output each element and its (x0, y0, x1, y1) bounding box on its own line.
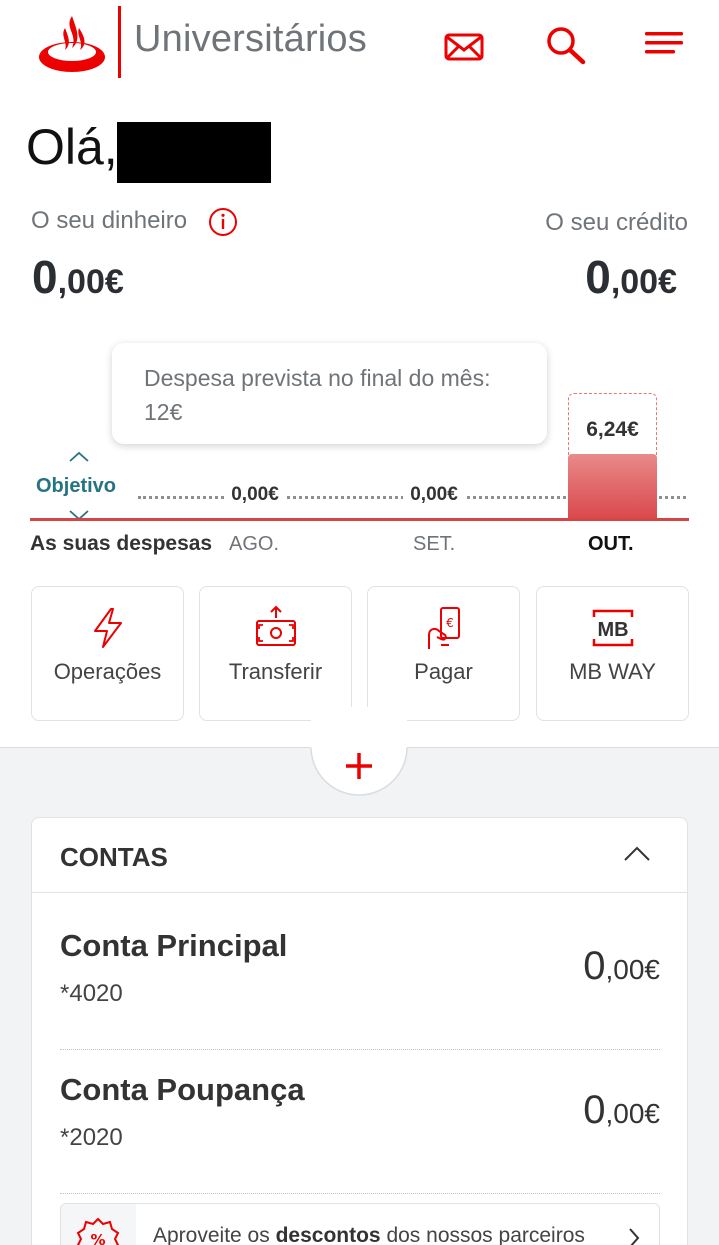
account-balance-int: 0 (583, 944, 606, 988)
account-divider (60, 1049, 660, 1050)
account-number: *2020 (60, 1124, 123, 1151)
chart-baseline (30, 518, 689, 521)
greeting: Olá, (26, 119, 118, 175)
tooltip-line-2: 12€ (144, 399, 183, 425)
search-icon[interactable] (543, 24, 587, 68)
account-name: Conta Poupança (60, 1072, 305, 1107)
app-header: Universitários (0, 0, 719, 92)
mbway-icon: MB (592, 609, 633, 647)
promo-text-pre: Aproveite os (153, 1224, 276, 1245)
account-balance-dec: ,00€ (605, 1098, 661, 1129)
promo-text-post: dos nossos parceiros (380, 1224, 585, 1245)
accounts-card-header[interactable]: CONTAS (32, 818, 687, 893)
credit-amount[interactable]: 0,00€ (585, 250, 677, 304)
mbway-label: MB WAY (569, 659, 656, 684)
brand-title: Universitários (134, 18, 367, 60)
account-balance: 0,00€ (583, 1088, 660, 1133)
account-item-principal[interactable]: Conta Principal *4020 0,00€ (60, 910, 660, 1050)
account-balance-dec: ,00€ (605, 954, 661, 985)
spending-section-label: As suas despesas (30, 532, 213, 555)
month-label-ago[interactable]: AGO. (229, 533, 279, 556)
transfer-button[interactable]: Transferir (199, 586, 352, 721)
current-month-bar[interactable] (568, 454, 657, 521)
transfer-label: Transferir (228, 659, 323, 684)
chevron-right-icon (629, 1228, 640, 1245)
account-balance-int: 0 (583, 1088, 606, 1132)
goal-label[interactable]: Objetivo (36, 475, 116, 498)
santander-logo[interactable] (38, 14, 106, 74)
account-divider (60, 1193, 660, 1194)
menu-icon[interactable] (643, 24, 687, 68)
account-number: *4020 (60, 980, 123, 1007)
month-value-out: 6,24€ (586, 418, 639, 441)
money-label: O seu dinheiro (31, 207, 188, 234)
money-amount-int: 0 (32, 251, 58, 303)
svg-text:%: % (90, 1231, 105, 1245)
promo-text: Aproveite os descontos dos nossos parcei… (153, 1224, 585, 1245)
svg-text:MB: MB (597, 619, 628, 641)
accounts-card: CONTAS Conta Principal *4020 0,00€ Conta… (31, 817, 688, 1245)
plus-icon (310, 707, 408, 796)
account-item-poupanca[interactable]: Conta Poupança *2020 0,00€ (60, 1054, 660, 1194)
collapse-chevron-icon[interactable] (623, 845, 651, 863)
month-label-out[interactable]: OUT. (588, 533, 634, 556)
pay-button[interactable]: € Pagar (367, 586, 520, 721)
brand-divider (118, 6, 121, 78)
mail-icon[interactable] (442, 24, 486, 68)
credit-amount-int: 0 (585, 251, 611, 303)
month-value-set: 0,00€ (403, 484, 465, 508)
credit-amount-dec: ,00€ (610, 263, 677, 301)
redacted-name (117, 122, 271, 183)
partner-discounts-banner[interactable]: % Aproveite os descontos dos nossos parc… (60, 1203, 660, 1245)
pay-label: Pagar (414, 659, 473, 684)
money-amount-dec: ,00€ (57, 263, 124, 301)
promo-text-bold: descontos (275, 1224, 381, 1245)
forecast-tooltip: Despesa prevista no final do mês: 12€ (112, 343, 547, 444)
accounts-title: CONTAS (60, 842, 168, 872)
chevron-up-icon[interactable] (67, 449, 91, 465)
promo-icon-container: % (61, 1204, 136, 1245)
month-value-ago: 0,00€ (224, 484, 286, 508)
account-name: Conta Principal (60, 928, 288, 963)
lightning-icon (93, 608, 122, 648)
info-icon[interactable] (208, 207, 238, 237)
pay-icon: € (427, 607, 460, 649)
svg-text:€: € (446, 616, 454, 630)
operations-button[interactable]: Operações (31, 586, 184, 721)
add-shortcut-button[interactable] (310, 707, 408, 797)
transfer-icon (255, 605, 296, 646)
tooltip-line-1: Despesa prevista no final do mês: (144, 365, 491, 391)
money-amount[interactable]: 0,00€ (32, 250, 124, 304)
operations-label: Operações (53, 659, 162, 684)
account-balance: 0,00€ (583, 944, 660, 989)
mbway-button[interactable]: MB MB WAY (536, 586, 689, 721)
credit-label: O seu crédito (545, 209, 688, 236)
discount-badge-icon: % (76, 1217, 120, 1245)
month-label-set[interactable]: SET. (413, 533, 455, 556)
